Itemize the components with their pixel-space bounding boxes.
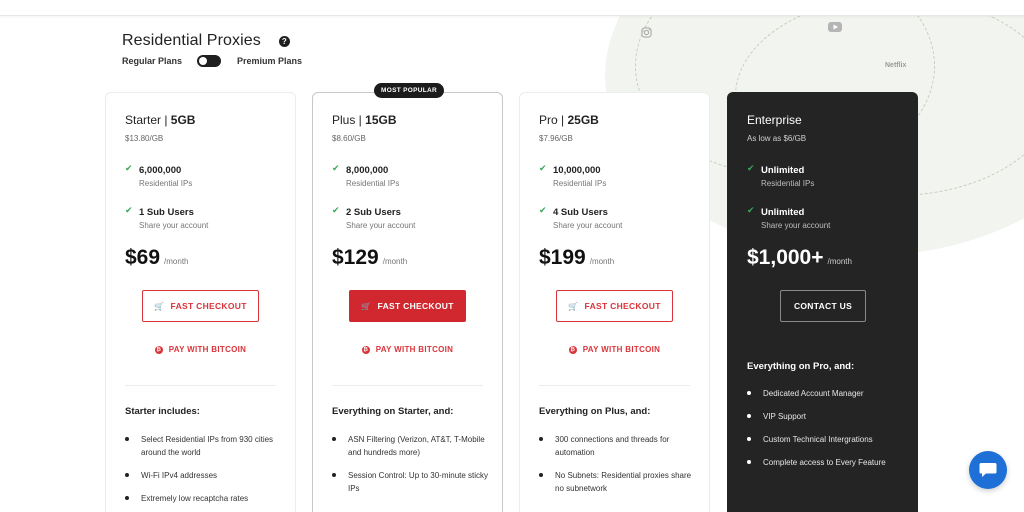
includes-title: Everything on Plus, and: [539,406,651,417]
feature-ips: ✔ 10,000,000 Residential IPs [539,163,607,188]
plan-price: $129 /month [332,246,408,269]
check-icon: ✔ [332,163,340,173]
chat-button[interactable] [969,451,1007,489]
youtube-icon [828,22,842,35]
list-item: 300 connections and threads for automati… [539,433,697,459]
cart-icon: 🛒 [568,301,579,311]
feature-sub-users: ✔ Unlimited Share your account [747,205,831,230]
plan-toggle-row: Regular Plans Premium Plans [122,55,302,67]
feature-sub-users: ✔ 4 Sub Users Share your account [539,205,623,230]
plan-card-starter: Starter | 5GB $13.80/GB ✔ 6,000,000 Resi… [105,92,296,512]
plan-card-pro: Pro | 25GB $7.96/GB ✔ 10,000,000 Residen… [519,92,710,512]
check-icon: ✔ [539,163,547,173]
plan-name: Enterprise [747,113,802,127]
plan-type-toggle[interactable] [197,55,222,67]
includes-title: Everything on Pro, and: [747,361,855,372]
fast-checkout-button[interactable]: 🛒 FAST CHECKOUT [142,290,259,322]
netflix-label: Netflix [885,62,907,69]
includes-title: Starter includes: [125,406,200,417]
fast-checkout-button[interactable]: 🛒 FAST CHECKOUT [556,290,673,322]
list-item: Session Control: Up to 30-minute sticky … [332,469,490,495]
most-popular-badge: MOST POPULAR [374,83,444,98]
instagram-icon [641,27,652,41]
plan-price: $69 /month [125,246,189,269]
includes-list: 300 connections and threads for automati… [539,433,697,505]
list-item: Extremely low recaptcha rates [125,492,283,505]
cart-icon: 🛒 [361,301,372,311]
price-per-gb: $13.80/GB [125,134,164,143]
price-per-gb: As low as $6/GB [747,134,807,143]
toggle-knob [199,57,208,65]
includes-title: Everything on Starter, and: [332,406,454,417]
plan-name: Starter | 5GB [125,113,196,127]
check-icon: ✔ [747,163,755,173]
plan-card-enterprise: Enterprise As low as $6/GB ✔ Unlimited R… [727,92,918,512]
includes-list: Dedicated Account Manager VIP Support Cu… [747,387,905,479]
plan-name: Pro | 25GB [539,113,599,127]
feature-ips: ✔ 8,000,000 Residential IPs [332,163,400,188]
page-header: Residential Proxies ? Regular Plans Prem… [122,32,302,67]
list-item: ASN Filtering (Verizon, AT&T, T-Mobile a… [332,433,490,459]
list-item: Complete access to Every Feature [747,456,905,469]
list-item: Select Residential IPs from 930 cities a… [125,433,283,459]
divider [539,385,690,386]
premium-plans-label[interactable]: Premium Plans [237,56,302,66]
list-item: Dedicated Account Manager [747,387,905,400]
includes-list: Select Residential IPs from 930 cities a… [125,433,283,512]
top-nav-bar [0,0,1024,16]
list-item: Custom Technical Intergrations [747,433,905,446]
plan-price: $199 /month [539,246,615,269]
cart-icon: 🛒 [154,301,165,311]
help-icon[interactable]: ? [278,35,290,47]
includes-list: ASN Filtering (Verizon, AT&T, T-Mobile a… [332,433,490,505]
pay-with-bitcoin-link[interactable]: ₿ PAY WITH BITCOIN [520,345,709,354]
pay-with-bitcoin-link[interactable]: ₿ PAY WITH BITCOIN [313,345,502,354]
bitcoin-icon: ₿ [361,345,370,354]
chat-bubble-icon [979,463,997,477]
price-per-gb: $8.60/GB [332,134,366,143]
list-item: No Subnets: Residential proxies share no… [539,469,697,495]
check-icon: ✔ [539,205,547,215]
feature-sub-users: ✔ 2 Sub Users Share your account [332,205,416,230]
divider [332,385,483,386]
contact-us-button[interactable]: CONTACT US [780,290,866,322]
plan-card-plus: MOST POPULAR Plus | 15GB $8.60/GB ✔ 8,00… [312,83,503,512]
check-icon: ✔ [125,163,133,173]
pay-with-bitcoin-link[interactable]: ₿ PAY WITH BITCOIN [106,345,295,354]
feature-ips: ✔ 6,000,000 Residential IPs [125,163,193,188]
check-icon: ✔ [747,205,755,215]
list-item: Wi-Fi IPv4 addresses [125,469,283,482]
check-icon: ✔ [332,205,340,215]
feature-sub-users: ✔ 1 Sub Users Share your account [125,205,209,230]
fast-checkout-button[interactable]: 🛒 FAST CHECKOUT [349,290,466,322]
regular-plans-label[interactable]: Regular Plans [122,56,182,66]
plan-name: Plus | 15GB [332,113,397,127]
bitcoin-icon: ₿ [154,345,163,354]
check-icon: ✔ [125,205,133,215]
feature-ips: ✔ Unlimited Residential IPs [747,163,815,188]
page-title: Residential Proxies [122,32,261,49]
plan-price: $1,000+ /month [747,246,852,269]
price-per-gb: $7.96/GB [539,134,573,143]
list-item: VIP Support [747,410,905,423]
divider [125,385,276,386]
bitcoin-icon: ₿ [568,345,577,354]
